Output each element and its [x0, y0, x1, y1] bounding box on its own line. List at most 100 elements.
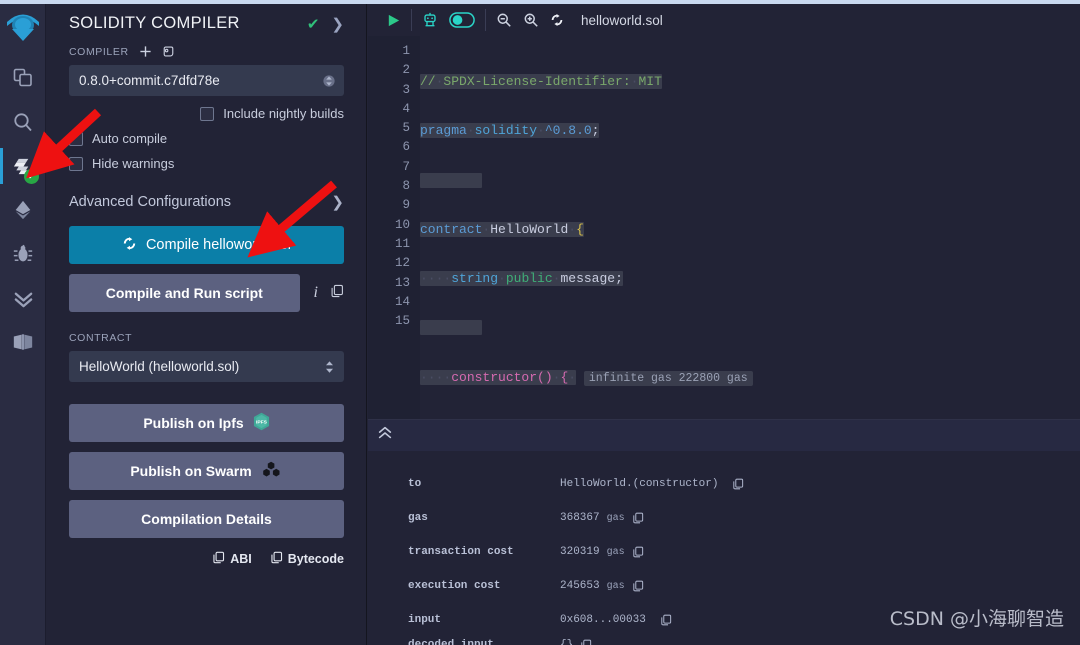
- publish-button-group: Publish on Ipfs IPFS Publish on Swarm Co…: [69, 404, 344, 538]
- compile-refresh-icon: [122, 236, 137, 255]
- copy-abi-icon: [212, 551, 225, 567]
- line-number: 3: [402, 82, 410, 97]
- advanced-configurations-label: Advanced Configurations: [69, 194, 232, 210]
- hide-warnings-label: Hide warnings: [92, 156, 175, 171]
- table-row: transaction cost 320319 gas: [368, 535, 1080, 569]
- code-line: pragma·solidity·^0.8.0;: [420, 123, 600, 139]
- copy-compiler-config-icon[interactable]: [162, 45, 175, 58]
- tx-key: to: [408, 478, 422, 490]
- sidebar-item-deploy-run[interactable]: [0, 188, 46, 232]
- line-number: 12: [394, 256, 410, 271]
- compile-and-run-script-label: Compile and Run script: [105, 285, 263, 301]
- zoom-out-icon[interactable]: [496, 12, 512, 28]
- panel-expand-chevron-icon[interactable]: ❯: [331, 15, 344, 33]
- sidebar-item-debugger[interactable]: [0, 232, 46, 276]
- copy-abi-label: ABI: [230, 552, 252, 566]
- panel-header: SOLIDITY COMPILER ✔ ❯: [69, 4, 344, 33]
- tx-value-cell: 368367 gas: [560, 512, 644, 524]
- ai-toggle-switch[interactable]: [449, 12, 475, 28]
- copy-icon[interactable]: [632, 512, 644, 524]
- compiler-version-select[interactable]: 0.8.0+commit.c7dfd78e: [69, 65, 344, 96]
- sync-icon[interactable]: [550, 13, 564, 27]
- copy-icon[interactable]: [580, 639, 592, 645]
- line-number-gutter: 1 2 3 4 5 6 7 8 9 10 11 12 13 14 15: [368, 36, 420, 419]
- hide-warnings-checkbox[interactable]: [69, 156, 83, 171]
- sidebar-item-plugin-manager[interactable]: [0, 276, 46, 320]
- copy-artifacts-row: ABI Bytecode: [69, 551, 344, 567]
- tx-key: gas: [408, 512, 428, 524]
- compiler-success-badge: ✔: [24, 169, 39, 184]
- script-info-icon[interactable]: i: [314, 284, 318, 302]
- compilation-details-button[interactable]: Compilation Details: [69, 500, 344, 538]
- tx-value-cell: 320319 gas: [560, 546, 644, 558]
- page-title: SOLIDITY COMPILER: [69, 14, 240, 32]
- table-row: execution cost 245653 gas: [368, 569, 1080, 603]
- add-compiler-icon[interactable]: [139, 45, 152, 58]
- table-row: decoded input {}: [368, 637, 1080, 645]
- line-number: 7: [402, 159, 410, 174]
- tx-value-cell: HelloWorld.(constructor): [560, 478, 744, 490]
- compile-button[interactable]: Compile helloworld.sol: [69, 226, 344, 264]
- include-nightly-builds-checkbox[interactable]: [200, 106, 215, 121]
- contract-select[interactable]: HelloWorld (helloworld.sol): [69, 351, 344, 382]
- rail-items: ✔: [0, 56, 46, 364]
- code-line: [420, 171, 1080, 190]
- line-number: 5: [402, 121, 410, 136]
- terminal-toolbar: [368, 420, 1080, 451]
- auto-compile-row[interactable]: Auto compile: [69, 131, 344, 146]
- compiler-section-label-row: COMPILER: [69, 45, 344, 58]
- run-script-icon[interactable]: [386, 13, 401, 28]
- tx-value-cell: 245653 gas: [560, 580, 644, 592]
- run-group: [376, 4, 411, 36]
- copy-icon[interactable]: [732, 478, 744, 490]
- ai-assistant-icon[interactable]: [422, 12, 438, 28]
- sidebar-item-documentation[interactable]: [0, 320, 46, 364]
- tx-unit: gas: [606, 512, 625, 524]
- zoom-in-icon[interactable]: [523, 12, 539, 28]
- tx-value-cell: 0x608...00033: [560, 614, 672, 626]
- code-content[interactable]: //·SPDX-License-Identifier:·MIT pragma·s…: [420, 36, 1080, 419]
- remix-logo[interactable]: [5, 10, 41, 46]
- advanced-configurations-chevron-icon[interactable]: ❯: [331, 193, 344, 211]
- tx-key: input: [408, 614, 442, 626]
- gas-estimate-badge: infinite gas 222800 gas: [583, 370, 753, 386]
- copy-abi-button[interactable]: ABI: [212, 551, 252, 567]
- tx-key: transaction cost: [408, 546, 514, 558]
- remix-ide-window: ✔ SOLIDITY COMPILER ✔ ❯ COMPILER 0.8.0+c…: [0, 0, 1080, 645]
- contract-select-spinner-icon: [323, 360, 335, 374]
- compile-success-check-icon: ✔: [306, 15, 320, 33]
- line-number: 10: [394, 217, 410, 232]
- advanced-configurations-row[interactable]: Advanced Configurations ❯: [69, 193, 344, 211]
- sidebar-item-search[interactable]: [0, 100, 46, 144]
- terminal-collapse-icon[interactable]: [376, 425, 394, 446]
- compile-and-run-row: Compile and Run script i: [69, 264, 344, 312]
- code-area[interactable]: 1 2 3 4 5 6 7 8 9 10 11 12 13 14 15 //·S…: [368, 36, 1080, 419]
- sidebar-item-file-explorer[interactable]: [0, 56, 46, 100]
- tx-key: execution cost: [408, 580, 501, 592]
- publish-on-swarm-label: Publish on Swarm: [130, 463, 252, 479]
- publish-on-ipfs-button[interactable]: Publish on Ipfs IPFS: [69, 404, 344, 442]
- copy-bytecode-button[interactable]: Bytecode: [270, 551, 344, 567]
- code-line: ····string·public·message;: [420, 271, 623, 287]
- tx-value-cell: {}: [560, 639, 592, 645]
- tx-value: {}: [560, 639, 574, 645]
- compile-button-label: Compile helloworld.sol: [145, 237, 292, 253]
- copy-icon[interactable]: [632, 580, 644, 592]
- tx-value: 245653: [560, 580, 600, 592]
- include-nightly-builds-row[interactable]: Include nightly builds: [69, 106, 344, 121]
- copy-script-icon[interactable]: [330, 284, 344, 303]
- auto-compile-checkbox[interactable]: [69, 131, 83, 146]
- copy-icon[interactable]: [632, 546, 644, 558]
- compile-and-run-script-button[interactable]: Compile and Run script: [69, 274, 300, 312]
- tx-unit: gas: [606, 546, 625, 558]
- copy-icon[interactable]: [660, 614, 672, 626]
- compiler-version-value: 0.8.0+commit.c7dfd78e: [79, 73, 220, 88]
- ai-group: [412, 4, 485, 36]
- code-editor-region: helloworld.sol 1 2 3 4 5 6 7 8 9 10 11 1…: [368, 4, 1080, 419]
- auto-compile-label: Auto compile: [92, 131, 168, 146]
- sidebar-item-solidity-compiler[interactable]: ✔: [0, 144, 46, 188]
- line-number: 4: [402, 101, 410, 116]
- tx-value: 320319: [560, 546, 600, 558]
- hide-warnings-row[interactable]: Hide warnings: [69, 156, 344, 171]
- publish-on-swarm-button[interactable]: Publish on Swarm: [69, 452, 344, 490]
